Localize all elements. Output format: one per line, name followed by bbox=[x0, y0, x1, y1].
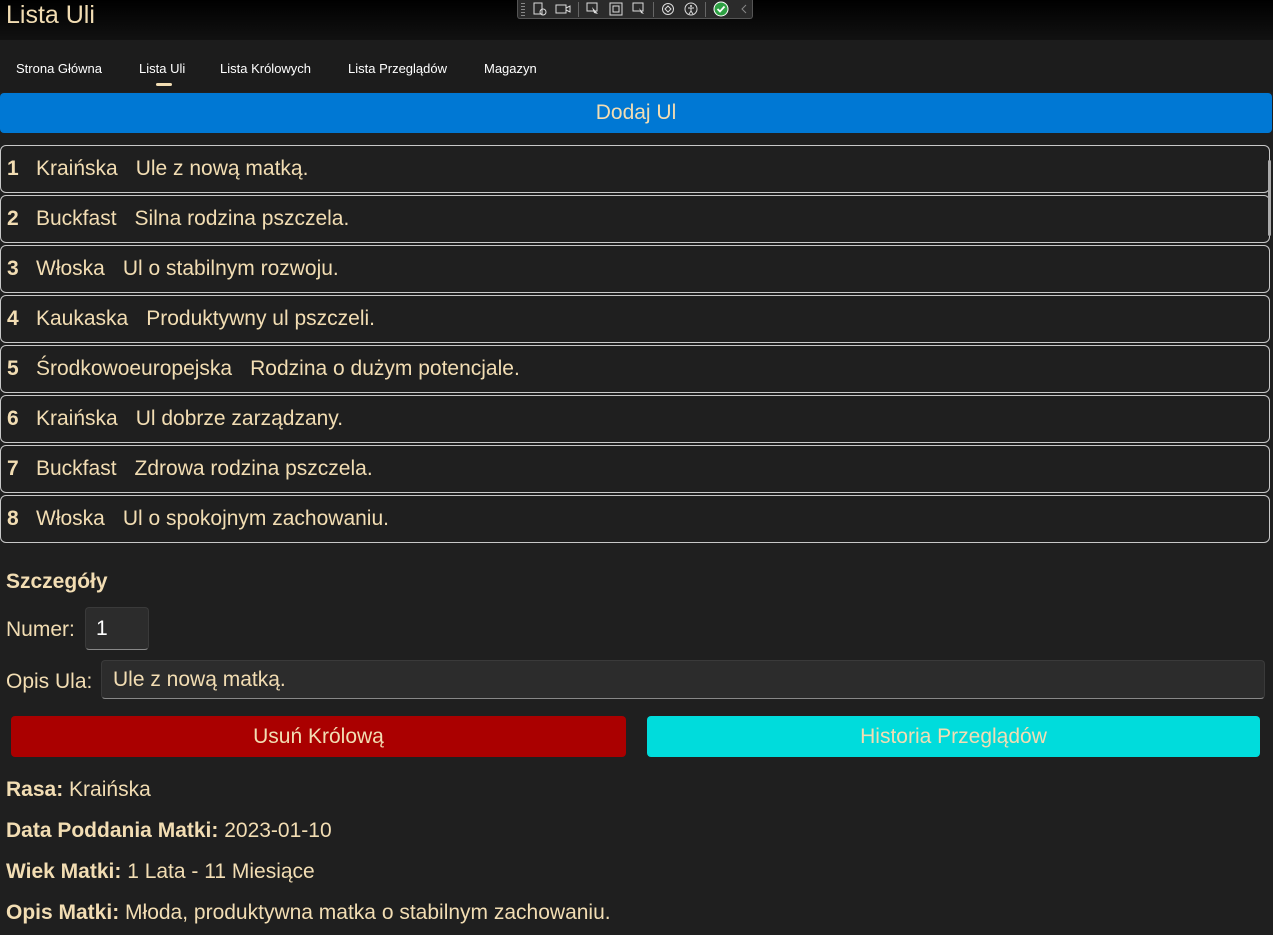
app-title: Lista Uli bbox=[6, 1, 95, 29]
hive-number: 7 bbox=[7, 457, 19, 480]
live-visual-tree-icon[interactable] bbox=[532, 2, 549, 17]
toolbar-grip[interactable] bbox=[521, 3, 525, 16]
opis-ula-label: Opis Ula: bbox=[6, 670, 93, 693]
hive-row[interactable]: 1 Kraińska Ule z nową matką. bbox=[0, 145, 1270, 193]
hive-number: 2 bbox=[7, 207, 19, 230]
nav-item-lista-przegladow[interactable]: Lista Przeglądów bbox=[348, 61, 447, 76]
data-poddania-info: Data Poddania Matki: 2023-01-10 bbox=[6, 819, 332, 843]
list-scrollbar[interactable] bbox=[1268, 160, 1271, 236]
opis-matki-info: Opis Matki: Młoda, produktywna matka o s… bbox=[6, 901, 611, 925]
numer-field[interactable] bbox=[85, 607, 149, 650]
nav-selected-indicator bbox=[156, 83, 172, 86]
rasa-label: Rasa: bbox=[6, 778, 64, 801]
rasa-info: Rasa: Kraińska bbox=[6, 778, 151, 802]
record-icon[interactable] bbox=[555, 2, 572, 17]
hive-row[interactable]: 7 Buckfast Zdrowa rodzina pszczela. bbox=[0, 445, 1270, 493]
hive-row[interactable]: 2 Buckfast Silna rodzina pszczela. bbox=[0, 195, 1270, 243]
hive-breed: Buckfast bbox=[36, 207, 117, 230]
delete-queen-button[interactable]: Usuń Królową bbox=[11, 716, 626, 757]
nav-item-lista-krolowych[interactable]: Lista Królowych bbox=[220, 61, 311, 76]
details-title: Szczegóły bbox=[6, 570, 108, 593]
hive-number: 8 bbox=[7, 507, 19, 530]
wiek-matki-info: Wiek Matki: 1 Lata - 11 Miesiące bbox=[6, 860, 315, 884]
wiek-matki-label: Wiek Matki: bbox=[6, 860, 122, 883]
toolbar-separator bbox=[652, 1, 654, 17]
hive-row[interactable]: 4 Kaukaska Produktywny ul pszczeli. bbox=[0, 295, 1270, 343]
hive-description: Ule z nową matką. bbox=[135, 157, 309, 180]
hot-reload-icon[interactable] bbox=[660, 2, 677, 17]
opis-matki-value: Młoda, produktywna matka o stabilnym zac… bbox=[125, 901, 611, 924]
toolbar-separator bbox=[577, 1, 579, 17]
hive-breed: Buckfast bbox=[36, 457, 117, 480]
hive-breed: Środkowoeuropejska bbox=[36, 357, 233, 380]
hive-description: Silna rodzina pszczela. bbox=[134, 207, 350, 230]
hive-row[interactable]: 5 Środkowoeuropejska Rodzina o dużym pot… bbox=[0, 345, 1270, 393]
accessibility-icon[interactable] bbox=[683, 2, 700, 17]
rasa-value: Kraińska bbox=[69, 778, 151, 801]
collapse-icon[interactable] bbox=[735, 2, 752, 17]
hive-number: 6 bbox=[7, 407, 19, 430]
hive-breed: Włoska bbox=[36, 257, 105, 280]
hive-description: Ul o stabilnym rozwoju. bbox=[122, 257, 339, 280]
status-ok-icon[interactable] bbox=[712, 1, 729, 17]
inspection-history-button[interactable]: Historia Przeglądów bbox=[647, 716, 1260, 757]
hive-list: 1 Kraińska Ule z nową matką. 2 Buckfast … bbox=[0, 145, 1273, 545]
hive-row[interactable]: 3 Włoska Ul o stabilnym rozwoju. bbox=[0, 245, 1270, 293]
nav-item-magazyn[interactable]: Magazyn bbox=[484, 61, 537, 76]
hive-number: 3 bbox=[7, 257, 19, 280]
toolbar-separator bbox=[705, 1, 707, 17]
hive-number: 1 bbox=[7, 157, 19, 180]
hive-description: Produktywny ul pszczeli. bbox=[146, 307, 375, 330]
nav-item-strona-glowna[interactable]: Strona Główna bbox=[16, 61, 102, 76]
xaml-debug-toolbar bbox=[517, 0, 753, 19]
hive-breed: Włoska bbox=[36, 507, 105, 530]
display-layout-adorners-icon[interactable] bbox=[607, 2, 624, 17]
add-hive-button[interactable]: Dodaj Ul bbox=[0, 93, 1272, 133]
data-poddania-label: Data Poddania Matki: bbox=[6, 819, 219, 842]
navigation-bar: Strona Główna Lista Uli Lista Królowych … bbox=[0, 40, 1273, 92]
hive-description: Ul dobrze zarządzany. bbox=[135, 407, 344, 430]
hive-breed: Kaukaska bbox=[36, 307, 129, 330]
opis-matki-label: Opis Matki: bbox=[6, 901, 120, 924]
wiek-matki-value: 1 Lata - 11 Miesiące bbox=[127, 860, 315, 883]
hive-row[interactable]: 6 Kraińska Ul dobrze zarządzany. bbox=[0, 395, 1270, 443]
nav-item-lista-uli[interactable]: Lista Uli bbox=[139, 61, 185, 76]
opis-ula-field[interactable] bbox=[101, 660, 1265, 699]
select-element-icon[interactable] bbox=[585, 2, 602, 17]
hive-description: Rodzina o dużym potencjale. bbox=[250, 357, 520, 380]
data-poddania-value: 2023-01-10 bbox=[224, 819, 332, 842]
hive-description: Zdrowa rodzina pszczela. bbox=[134, 457, 373, 480]
hive-breed: Kraińska bbox=[36, 157, 118, 180]
numer-label: Numer: bbox=[6, 618, 75, 641]
hive-number: 5 bbox=[7, 357, 19, 380]
hive-number: 4 bbox=[7, 307, 19, 330]
hive-breed: Kraińska bbox=[36, 407, 118, 430]
track-focus-icon[interactable] bbox=[630, 2, 647, 17]
hive-description: Ul o spokojnym zachowaniu. bbox=[122, 507, 389, 530]
hive-row[interactable]: 8 Włoska Ul o spokojnym zachowaniu. bbox=[0, 495, 1270, 543]
